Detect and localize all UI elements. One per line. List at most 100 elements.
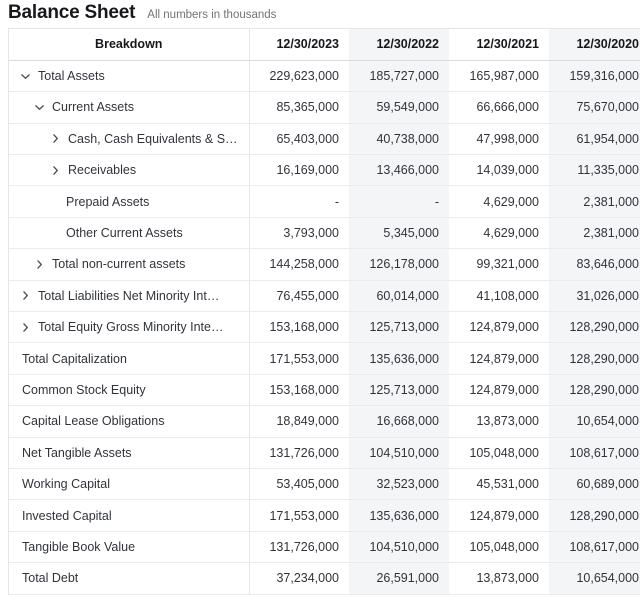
row-label-cell: Total Assets: [9, 60, 249, 93]
page-subtitle: All numbers in thousands: [147, 9, 277, 21]
column-header-breakdown[interactable]: Breakdown: [9, 29, 249, 61]
cell-2020: 83,646,000: [549, 248, 640, 281]
cell-2020: 159,316,000: [549, 60, 640, 93]
row-label: Other Current Assets: [66, 226, 183, 241]
cell-2021: 124,879,000: [449, 342, 549, 375]
cell-2021: 13,873,000: [449, 405, 549, 438]
cell-2023: 131,726,000: [248, 531, 349, 564]
cell-2023: 171,553,000: [248, 342, 349, 375]
row-label-cell: Prepaid Assets: [9, 185, 249, 218]
row-label-cell: Invested Capital: [9, 499, 249, 532]
chevron-right-icon[interactable]: [19, 289, 32, 302]
table-body: Total Assets 229,623,000 185,727,000 165,98…: [9, 60, 640, 595]
table-row: Current Assets 85,365,000 59,549,000 66,666…: [9, 91, 640, 124]
row-label: Total Debt: [22, 571, 79, 586]
cell-2023: 53,405,000: [248, 468, 349, 501]
column-header-2022[interactable]: 12/30/2022: [349, 29, 449, 61]
table-row: Total Debt 37,234,000 26,591,000 13,873,000…: [9, 562, 640, 595]
cell-2021: 124,879,000: [449, 311, 549, 344]
table-row: Other Current Assets 3,793,000 5,345,000 4,…: [9, 217, 640, 250]
cell-2021: 165,987,000: [449, 60, 549, 93]
column-header-2023[interactable]: 12/30/2023: [248, 29, 349, 61]
cell-2023: 153,168,000: [248, 311, 349, 344]
cell-2022: 60,014,000: [349, 280, 449, 313]
cell-2021: 99,321,000: [449, 248, 549, 281]
row-label: Capital Lease Obligations: [22, 414, 165, 429]
table-row: Working Capital 53,405,000 32,523,000 45,53…: [9, 468, 640, 501]
table-row: Invested Capital 171,553,000 135,636,000 12…: [9, 499, 640, 532]
column-header-2020[interactable]: 12/30/2020: [549, 29, 640, 61]
cell-2022: 104,510,000: [349, 531, 449, 564]
cell-2023: 37,234,000: [248, 562, 349, 595]
cell-2023: 131,726,000: [248, 437, 349, 469]
page-title: Balance Sheet: [8, 2, 136, 23]
row-label: Cash, Cash Equivalents & S…: [68, 131, 238, 146]
cell-2020: 128,290,000: [549, 342, 640, 375]
chevron-right-icon[interactable]: [49, 132, 62, 145]
cell-2022: 59,549,000: [349, 91, 449, 124]
cell-2022: 13,466,000: [349, 154, 449, 187]
row-label: Prepaid Assets: [66, 194, 150, 209]
row-label: Invested Capital: [22, 508, 112, 523]
cell-2020: 128,290,000: [549, 311, 640, 344]
cell-2022: 26,591,000: [349, 562, 449, 595]
row-label-cell: Tangible Book Value: [9, 531, 249, 564]
cell-2022: 185,727,000: [349, 60, 449, 93]
chevron-down-icon[interactable]: [19, 70, 32, 83]
cell-2022: 125,713,000: [349, 374, 449, 407]
table-row: Total Assets 229,623,000 185,727,000 165,98…: [9, 60, 640, 93]
row-label: Current Assets: [52, 100, 134, 115]
table-row: Total Capitalization 171,553,000 135,636,0…: [9, 342, 640, 375]
cell-2022: 126,178,000: [349, 248, 449, 281]
chevron-right-icon[interactable]: [19, 321, 32, 334]
cell-2020: 10,654,000: [549, 405, 640, 438]
cell-2020: 11,335,000: [549, 154, 640, 187]
table-row: Total Liabilities Net Minority Int… 76,45…: [9, 280, 640, 313]
cell-2020: 2,381,000: [549, 217, 640, 250]
column-header-2021[interactable]: 12/30/2021: [449, 29, 549, 61]
chevron-right-icon[interactable]: [49, 164, 62, 177]
cell-2022: -: [349, 185, 449, 218]
table-row: Capital Lease Obligations 18,849,000 16,66…: [9, 405, 640, 438]
row-label-cell: Total Liabilities Net Minority Int…: [9, 280, 249, 313]
row-label: Total Liabilities Net Minority Int…: [38, 288, 220, 303]
cell-2021: 124,879,000: [449, 374, 549, 407]
cell-2023: 76,455,000: [248, 280, 349, 313]
cell-2021: 105,048,000: [449, 531, 549, 564]
table-row: Tangible Book Value 131,726,000 104,510,00…: [9, 531, 640, 564]
cell-2020: 75,670,000: [549, 91, 640, 124]
table-row: Common Stock Equity 153,168,000 125,713,00…: [9, 374, 640, 407]
row-label: Total Equity Gross Minority Inte…: [38, 320, 224, 335]
table-row: Cash, Cash Equivalents & S… 65,403,000 40,…: [9, 123, 640, 156]
row-label: Tangible Book Value: [22, 539, 136, 554]
row-label-cell: Total Equity Gross Minority Inte…: [9, 311, 249, 344]
row-label-cell: Other Current Assets: [9, 217, 249, 250]
cell-2022: 32,523,000: [349, 468, 449, 501]
cell-2022: 16,668,000: [349, 405, 449, 438]
cell-2021: 45,531,000: [449, 468, 549, 501]
chevron-down-icon[interactable]: [33, 101, 46, 114]
cell-2020: 128,290,000: [549, 499, 640, 532]
row-label: Total Capitalization: [22, 351, 127, 366]
cell-2020: 2,381,000: [549, 185, 640, 218]
cell-2022: 125,713,000: [349, 311, 449, 344]
row-label: Total non-current assets: [52, 257, 186, 272]
row-label-cell: Current Assets: [9, 91, 249, 124]
cell-2021: 4,629,000: [449, 185, 549, 218]
row-label-cell: Capital Lease Obligations: [9, 405, 249, 438]
cell-2021: 105,048,000: [449, 437, 549, 469]
cell-2023: 229,623,000: [248, 60, 349, 93]
cell-2023: 153,168,000: [248, 374, 349, 407]
chevron-right-icon[interactable]: [33, 258, 46, 271]
cell-2022: 5,345,000: [349, 217, 449, 250]
table-row: Net Tangible Assets 131,726,000 104,510,00…: [9, 437, 640, 469]
row-label-cell: Common Stock Equity: [9, 374, 249, 407]
table-row: Total non-current assets 144,258,000 126,1…: [9, 248, 640, 281]
cell-2021: 47,998,000: [449, 123, 549, 156]
cell-2021: 66,666,000: [449, 91, 549, 124]
balance-sheet-table-wrapper: Breakdown 12/30/2023 12/30/2022 12/30/2021 1…: [8, 28, 640, 595]
row-label-cell: Total non-current assets: [9, 248, 249, 281]
cell-2023: 18,849,000: [248, 405, 349, 438]
cell-2021: 13,873,000: [449, 562, 549, 595]
row-label-cell: Net Tangible Assets: [9, 437, 249, 469]
